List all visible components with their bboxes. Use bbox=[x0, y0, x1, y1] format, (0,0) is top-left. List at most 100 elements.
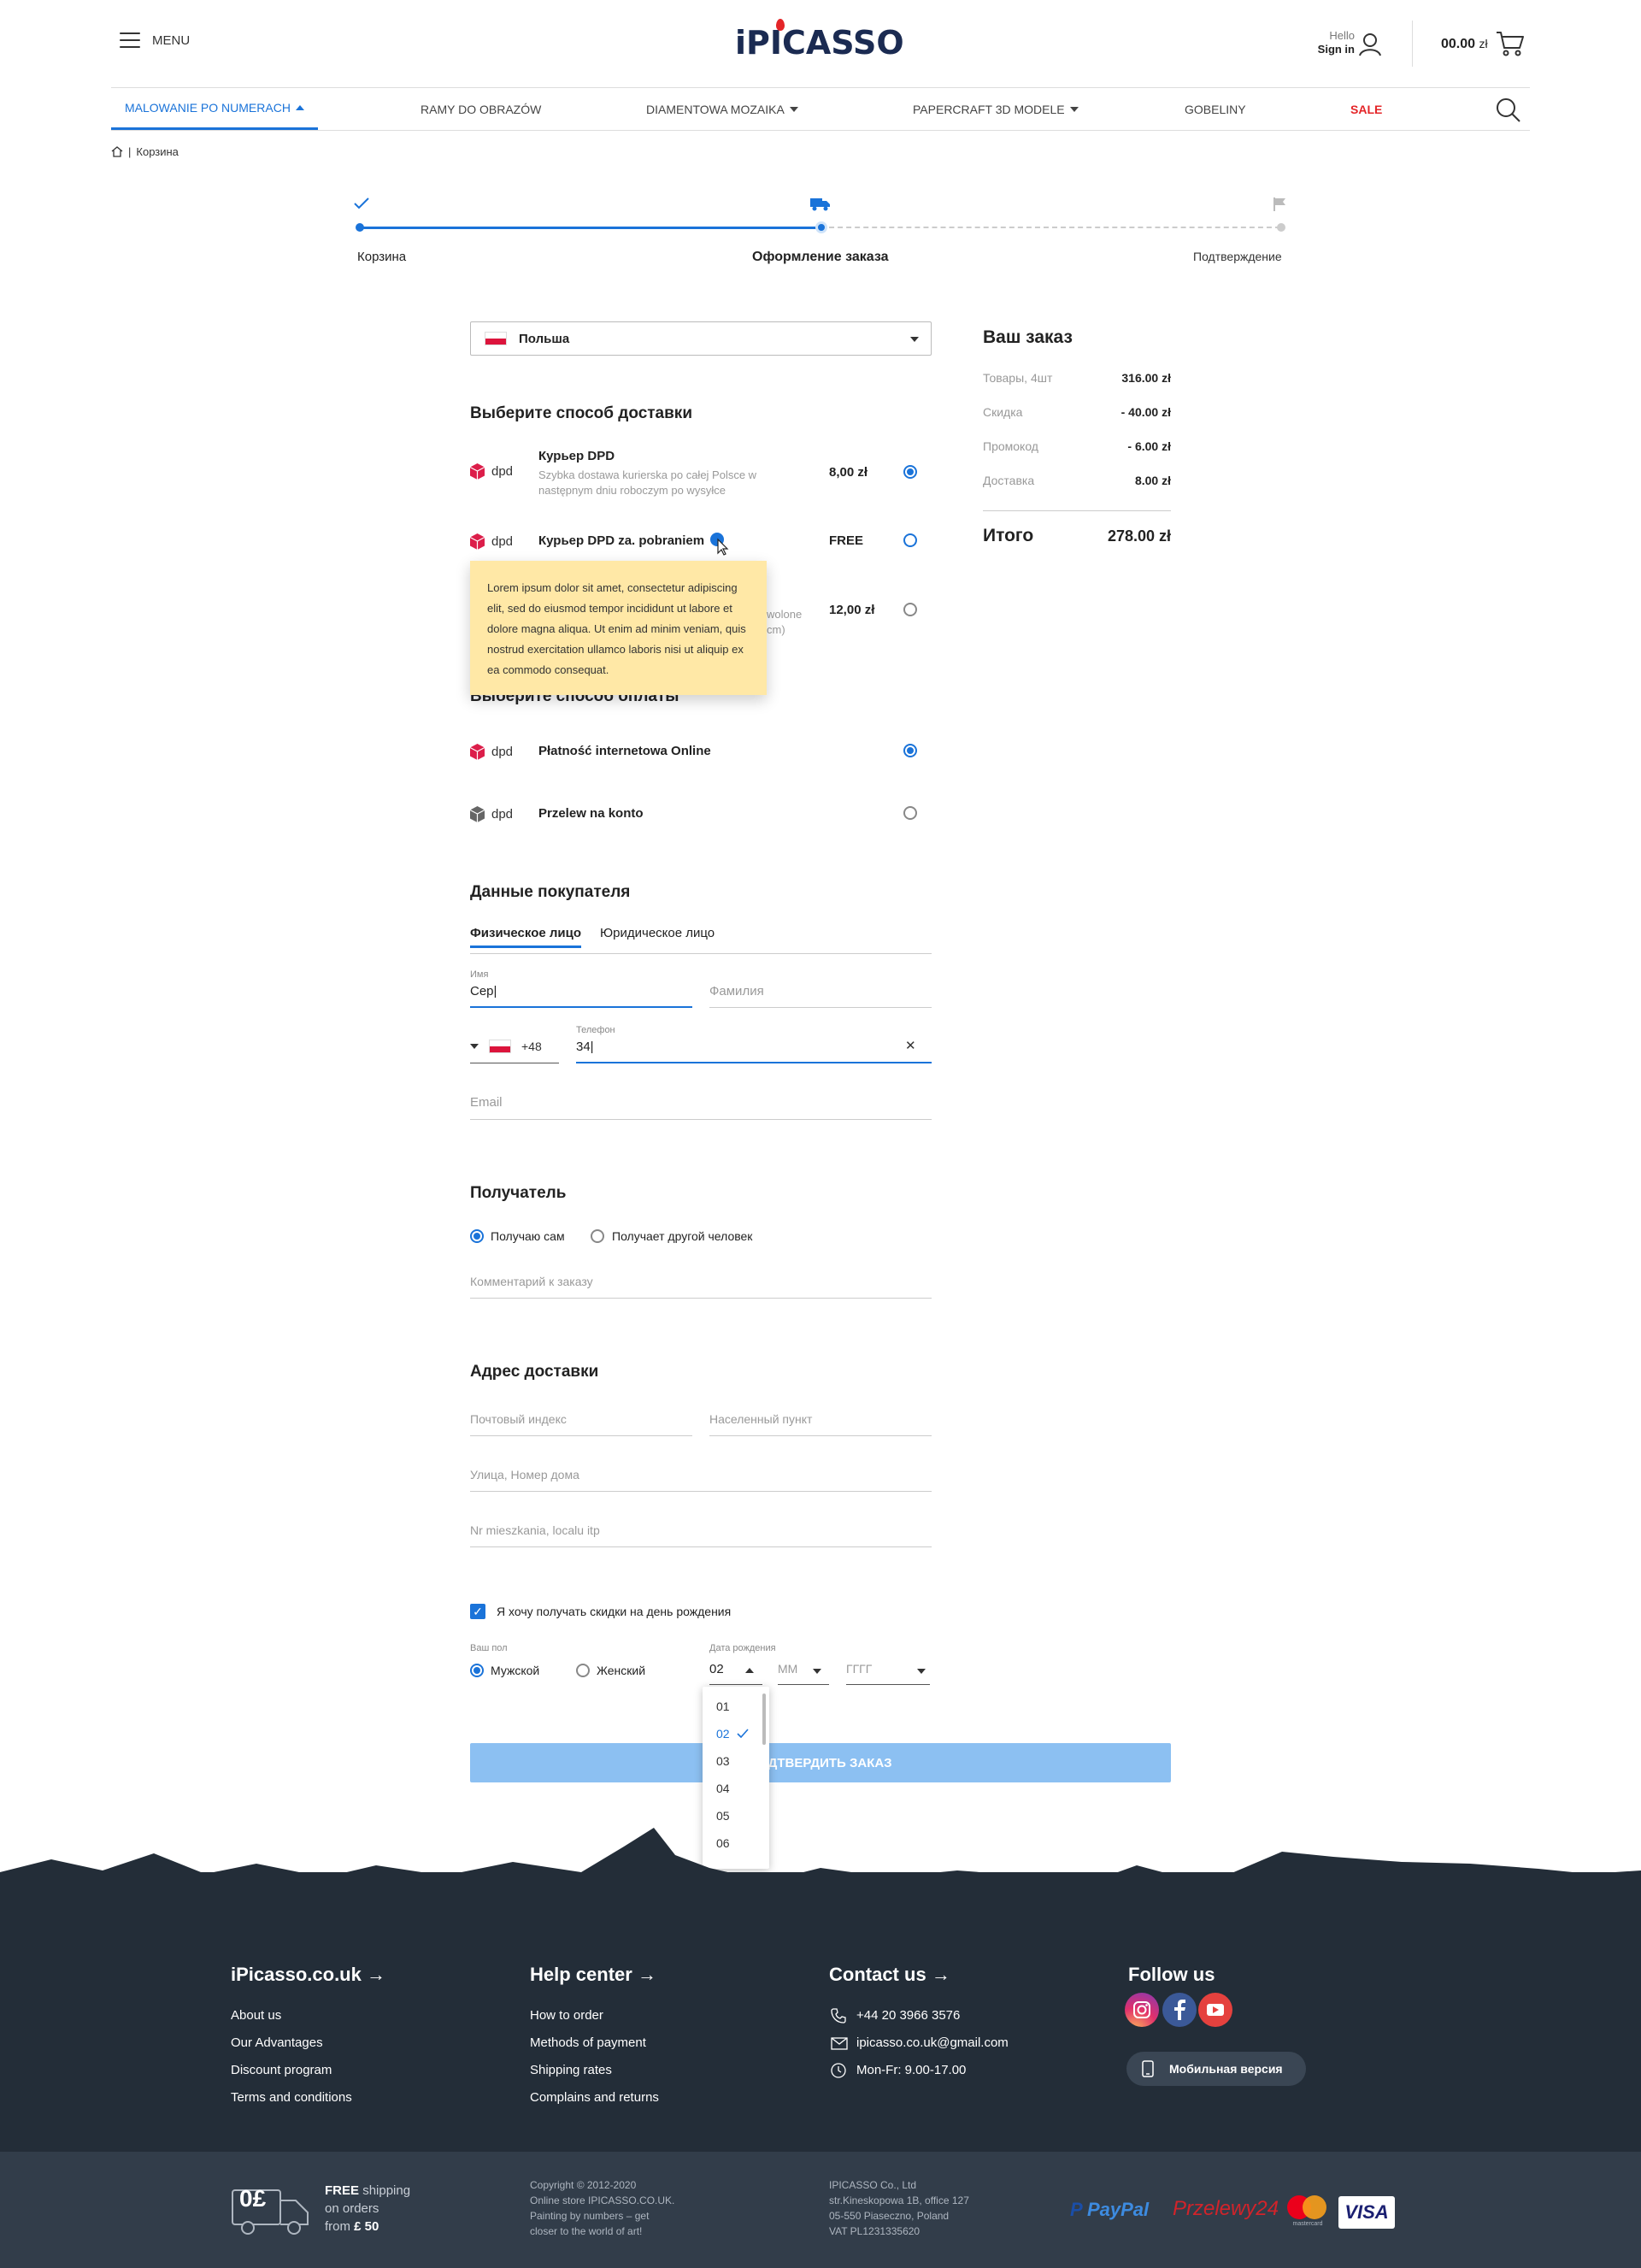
footer-col1-title[interactable]: iPicasso.co.uk → bbox=[231, 1964, 385, 1986]
przelewy24-logo: Przelewy24 bbox=[1173, 2197, 1279, 2220]
city-input[interactable]: Населенный пункт bbox=[709, 1412, 812, 1426]
year-select[interactable]: ГГГГ bbox=[846, 1662, 872, 1676]
buyer-title: Данные покупателя bbox=[470, 883, 631, 901]
comment-underline bbox=[470, 1298, 932, 1299]
comment-input[interactable]: Комментарий к заказу bbox=[470, 1275, 593, 1288]
nav-item-ramy[interactable]: RAMY DO OBRAZÓW bbox=[421, 88, 541, 130]
delivery-option-desc: Szybka dostawa kurierska po całej Polsce… bbox=[538, 468, 757, 497]
summary-row: Промокод - 6.00 zł bbox=[983, 439, 1171, 453]
nav-item-papercraft[interactable]: PAPERCRAFT 3D MODELE bbox=[913, 88, 1079, 130]
poland-flag-icon bbox=[489, 1040, 511, 1053]
clear-icon[interactable]: ✕ bbox=[905, 1038, 916, 1053]
dpd-cube-icon bbox=[470, 533, 485, 550]
apartment-input[interactable]: Nr mieszkania, localu itp bbox=[470, 1523, 600, 1537]
postal-input[interactable]: Почтовый индекс bbox=[470, 1412, 567, 1426]
phone-code-select[interactable]: +48 bbox=[470, 1040, 542, 1053]
footer-link[interactable]: Terms and conditions bbox=[231, 2090, 352, 2105]
gender-radio-male[interactable] bbox=[470, 1664, 484, 1677]
footer-link[interactable]: Our Advantages bbox=[231, 2035, 323, 2050]
recipient-radio-other[interactable] bbox=[591, 1229, 604, 1243]
dpd-logo: dpd bbox=[470, 533, 513, 550]
logo[interactable]: iPICASSO bbox=[735, 19, 906, 67]
payment-radio-online[interactable] bbox=[903, 744, 917, 757]
footer-phone[interactable]: +44 20 3966 3576 bbox=[856, 2008, 960, 2023]
payment-radio-transfer[interactable] bbox=[903, 806, 917, 820]
email-input[interactable]: Email bbox=[470, 1095, 503, 1110]
day-option[interactable]: 01 bbox=[716, 1700, 730, 1713]
instagram-icon[interactable] bbox=[1125, 1993, 1159, 2027]
delivery-option-price: 8,00 zł bbox=[829, 465, 868, 480]
mobile-version-button[interactable]: Мобильная версия bbox=[1126, 2052, 1306, 2086]
day-option[interactable]: 03 bbox=[716, 1754, 730, 1768]
footer-link[interactable]: Shipping rates bbox=[530, 2063, 612, 2077]
sign-in-link[interactable]: Hello Sign in bbox=[1312, 29, 1355, 56]
search-icon[interactable] bbox=[1496, 97, 1521, 123]
day-option-selected[interactable]: 02 bbox=[716, 1727, 730, 1741]
name-input[interactable]: Сер| bbox=[470, 984, 497, 999]
month-underline bbox=[778, 1684, 829, 1685]
payment-option-title: Przelew na konto bbox=[538, 806, 644, 821]
footer-link[interactable]: Discount program bbox=[231, 2063, 332, 2077]
clock-icon bbox=[831, 2063, 846, 2078]
day-option[interactable]: 04 bbox=[716, 1782, 730, 1795]
footer-col3-title[interactable]: Contact us → bbox=[829, 1964, 950, 1986]
confirm-order-button[interactable]: ПОДТВЕРДИТЬ ЗАКАЗ bbox=[470, 1743, 1171, 1782]
delivery-option-price: FREE bbox=[829, 533, 864, 548]
street-input[interactable]: Улица, Номер дома bbox=[470, 1468, 579, 1482]
nav-item-diamentowa[interactable]: DIAMENTOWA MOZAIKA bbox=[646, 88, 798, 130]
footer-link[interactable]: About us bbox=[231, 2008, 281, 2023]
facebook-icon[interactable] bbox=[1162, 1993, 1197, 2027]
user-icon[interactable] bbox=[1359, 32, 1381, 56]
tab-individual[interactable]: Физическое лицо bbox=[470, 926, 582, 948]
tab-company[interactable]: Юридическое лицо bbox=[600, 926, 715, 940]
country-select[interactable]: Польша bbox=[470, 321, 932, 356]
step-dot-todo bbox=[1277, 223, 1285, 232]
birthdate-label: Дата рождения bbox=[709, 1643, 776, 1653]
dropdown-scrollbar[interactable] bbox=[762, 1694, 766, 1745]
footer-col2-title[interactable]: Help center → bbox=[530, 1964, 656, 1986]
nav-item-malowanie[interactable]: MALOWANIE PO NUMERACH bbox=[111, 88, 318, 130]
mastercard-logo: mastercard bbox=[1285, 2194, 1330, 2228]
info-icon[interactable] bbox=[709, 532, 732, 556]
apartment-underline bbox=[470, 1546, 932, 1547]
cart-icon[interactable] bbox=[1496, 31, 1525, 56]
dpd-cube-icon bbox=[470, 744, 485, 760]
menu-button[interactable]: MENU bbox=[120, 32, 190, 48]
recipient-radio-self[interactable] bbox=[470, 1229, 484, 1243]
step-cart[interactable]: Корзина bbox=[357, 250, 406, 264]
surname-input[interactable]: Фамилия bbox=[709, 984, 764, 999]
nav-item-gobeliny[interactable]: GOBELINY bbox=[1185, 88, 1246, 130]
summary-row: Скидка - 40.00 zł bbox=[983, 405, 1171, 419]
delivery-title: Выберите способ доставки bbox=[470, 404, 692, 422]
delivery-radio-dpd[interactable] bbox=[903, 465, 917, 479]
delivery-option-title: Курьер DPD bbox=[538, 449, 615, 463]
phone-input[interactable]: 34| bbox=[576, 1040, 594, 1054]
payment-option-title: Płatność internetowa Online bbox=[538, 744, 711, 758]
gender-male-label: Мужской bbox=[491, 1664, 540, 1677]
step-checkout: Оформление заказа bbox=[752, 250, 889, 264]
check-icon bbox=[737, 1729, 749, 1738]
footer-email[interactable]: ipicasso.co.uk@gmail.com bbox=[856, 2035, 1009, 2050]
home-icon[interactable] bbox=[111, 146, 123, 157]
footer-link[interactable]: How to order bbox=[530, 2008, 603, 2023]
delivery-radio-option-3[interactable] bbox=[903, 603, 917, 616]
city-underline bbox=[709, 1435, 932, 1436]
menu-label: MENU bbox=[152, 32, 191, 48]
nav-item-sale[interactable]: SALE bbox=[1350, 88, 1382, 130]
day-select[interactable]: 02 bbox=[709, 1662, 724, 1676]
birthday-checkbox[interactable]: ✓ bbox=[470, 1604, 485, 1619]
mobile-phone-icon bbox=[1142, 2060, 1154, 2077]
footer-link[interactable]: Methods of payment bbox=[530, 2035, 646, 2050]
name-underline bbox=[470, 1006, 692, 1008]
check-icon bbox=[354, 197, 369, 209]
dpd-logo: dpd bbox=[470, 463, 513, 480]
gender-radio-female[interactable] bbox=[576, 1664, 590, 1677]
nav-border-bottom bbox=[111, 130, 1530, 131]
delivery-radio-dpd-cod[interactable] bbox=[903, 533, 917, 547]
month-select[interactable]: ММ bbox=[778, 1662, 797, 1676]
youtube-icon[interactable] bbox=[1198, 1993, 1232, 2027]
footer-link[interactable]: Complains and returns bbox=[530, 2090, 659, 2105]
cart-total[interactable]: 00.00 zł bbox=[1441, 37, 1488, 52]
arrow-right-icon: → bbox=[366, 1964, 385, 1985]
caret-down-icon bbox=[1069, 106, 1079, 112]
